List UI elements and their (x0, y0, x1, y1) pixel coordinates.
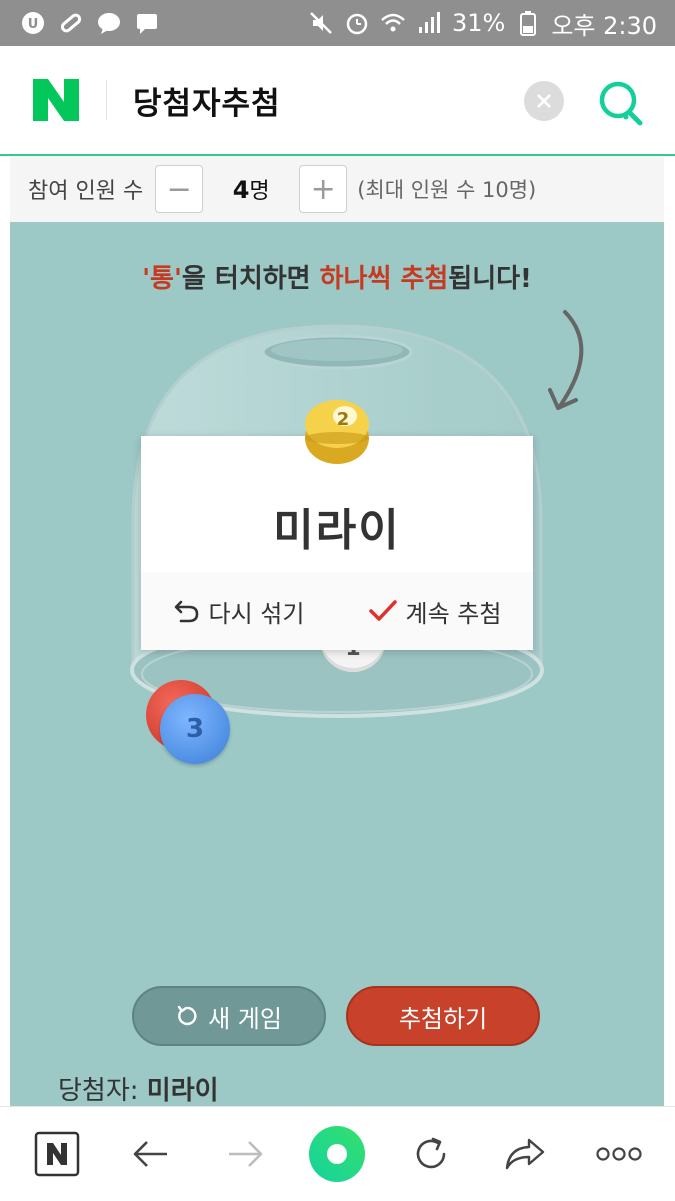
green-dot-icon (309, 1126, 365, 1182)
participant-count-value: 4명 (203, 173, 299, 205)
participant-count-label: 참여 인원 수 (28, 179, 144, 204)
instruction-part2: 됩니다! (448, 264, 532, 294)
battery-percent: 31% (451, 9, 506, 37)
curved-arrow-icon (548, 310, 584, 410)
refresh-icon (177, 1005, 197, 1026)
back-arrow-icon (133, 1141, 167, 1167)
naver-home-icon (34, 1131, 80, 1177)
checkmark-icon (368, 600, 397, 621)
instruction-highlight: 하나씩 추첨 (319, 264, 449, 294)
instruction-quote-close: ' (173, 264, 182, 294)
status-left-icons: U (0, 10, 160, 36)
winner-name: 미라이 (273, 505, 401, 556)
naver-logo[interactable] (32, 79, 80, 121)
result-actions: 다시 섞기 계속 추첨 (141, 572, 533, 650)
app-header: 당첨자추첨 (0, 46, 675, 156)
reload-icon (416, 1137, 446, 1169)
plus-icon: + (310, 171, 336, 207)
reshuffle-label: 다시 섞기 (208, 599, 305, 628)
alarm-icon (344, 10, 370, 36)
naver-home-button[interactable] (32, 1129, 82, 1179)
message-icon (134, 10, 160, 36)
increase-count-button[interactable]: + (299, 165, 348, 213)
max-participants-note: (최대 인원 수 10명) (357, 178, 537, 202)
winners-label: 당첨자: (58, 1076, 139, 1106)
link-icon (58, 10, 84, 36)
app-notification-icon: U (20, 10, 46, 36)
continue-draw-button[interactable]: 계속 추첨 (368, 594, 502, 629)
chat-bubble-icon (96, 10, 122, 36)
draw-button[interactable]: 추첨하기 (346, 986, 540, 1046)
mute-icon (308, 10, 334, 36)
share-icon (505, 1138, 545, 1170)
winners-list: 당첨자: 미라이 (58, 1070, 219, 1107)
status-bar: U 31% 오후 2:30 (0, 0, 675, 46)
status-right: 31% 오후 2:30 (308, 6, 675, 41)
reshuffle-button[interactable]: 다시 섞기 (173, 594, 305, 629)
participant-count-row: 참여 인원 수 − 4명 + (최대 인원 수 10명) (10, 156, 664, 223)
more-button[interactable] (594, 1129, 644, 1179)
share-button[interactable] (500, 1129, 550, 1179)
browser-bottom-bar (0, 1106, 675, 1201)
reload-button[interactable] (406, 1129, 456, 1179)
decrease-count-button[interactable]: − (155, 165, 204, 213)
svg-text:U: U (28, 17, 39, 32)
green-dot-button[interactable] (306, 1123, 368, 1185)
wifi-icon (380, 10, 406, 36)
clock: 오후 2:30 (551, 11, 657, 40)
forward-button[interactable] (220, 1129, 270, 1179)
continue-draw-label: 계속 추첨 (405, 599, 502, 628)
participant-count-number: 4 (232, 176, 250, 204)
new-game-label: 새 게임 (208, 1004, 282, 1033)
search-icon[interactable] (596, 76, 648, 128)
back-button[interactable] (126, 1129, 176, 1179)
participant-count-unit: 명 (249, 179, 270, 204)
instruction-quote-open: ' (142, 264, 151, 294)
header-divider (106, 80, 107, 120)
signal-icon (416, 10, 442, 36)
lottery-game-area: '통'을 터치하면 하나씩 추첨됩니다! 1 3 (10, 222, 664, 1106)
ball-3-number: 3 (185, 714, 205, 744)
undo-icon (174, 600, 198, 623)
instruction-part1: 을 터치하면 (181, 264, 320, 294)
ball-3: 3 (160, 694, 230, 764)
instruction-jar-word: 통 (150, 264, 174, 294)
new-game-button[interactable]: 새 게임 (132, 986, 326, 1046)
close-icon[interactable] (524, 81, 564, 121)
battery-icon (515, 10, 541, 36)
instruction-text: '통'을 터치하면 하나씩 추첨됩니다! (10, 258, 664, 295)
winner-ball-number: 2 (336, 409, 350, 430)
more-icon (596, 1147, 642, 1161)
forward-arrow-icon (229, 1141, 263, 1167)
winners-value: 미라이 (146, 1076, 219, 1106)
draw-label: 추첨하기 (398, 1004, 488, 1033)
minus-icon: − (166, 171, 192, 207)
page-title: 당첨자추첨 (133, 85, 281, 122)
result-card: 2 미라이 다시 섞기 계속 추첨 (141, 400, 533, 650)
